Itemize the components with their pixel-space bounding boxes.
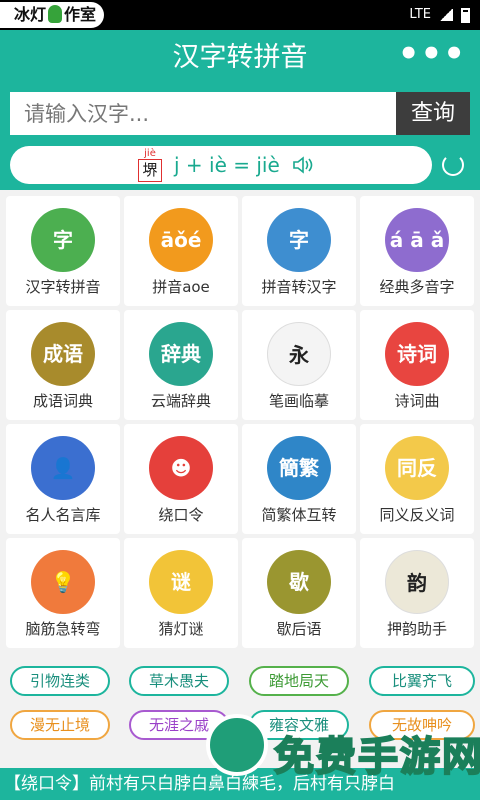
feature-tile[interactable]: 谜猜灯谜 — [124, 538, 238, 648]
feature-tile[interactable]: 字汉字转拼音 — [6, 196, 120, 306]
stroke-copy-icon: 永 — [267, 322, 331, 386]
feature-tile[interactable]: 诗词 诗词曲 — [360, 310, 474, 420]
hanzi-pinyin-icon: 字 — [31, 208, 95, 272]
watermark-logo-icon — [206, 714, 268, 776]
xiehouyu-icon: 歇 — [267, 550, 331, 614]
idiom-tag[interactable]: 踏地局天 — [249, 666, 349, 696]
feature-tile[interactable]: 韵押韵助手 — [360, 538, 474, 648]
feature-label: 同义反义词 — [379, 506, 455, 524]
idiom-tag[interactable]: 比翼齐飞 — [369, 666, 475, 696]
simplified-traditional-icon: 簡繁 — [267, 436, 331, 500]
feature-tile[interactable]: 💡 脑筋急转弯 — [6, 538, 120, 648]
polyphone-icon: á ā ǎ — [385, 208, 449, 272]
feature-label: 歇后语 — [276, 620, 322, 638]
feature-label: 成语词典 — [32, 392, 93, 410]
more-menu-icon[interactable]: ••• — [398, 37, 466, 71]
speaker-icon[interactable] — [292, 155, 314, 175]
feature-tile[interactable]: 辞典 云端辞典 — [124, 310, 238, 420]
site-watermark: 免费手游网 — [200, 708, 480, 800]
feature-label: 诗词曲 — [394, 392, 440, 410]
status-icons: LTE — [409, 0, 470, 30]
feature-grid: 字汉字转拼音 āǒé 拼音aoe 字拼音转汉字 á ā ǎ 经典多音字 成语 成语词典 辞典 云端… — [6, 196, 474, 648]
feature-label: 笔画临摹 — [268, 392, 329, 410]
feature-label: 名人名言库 — [25, 506, 101, 524]
battery-icon — [461, 7, 470, 23]
search-bar: 查询 — [10, 92, 470, 135]
cloud-dictionary-icon: 辞典 — [149, 322, 213, 386]
watermark-badge-pre: 冰灯 — [14, 5, 47, 24]
pinyin-formula: j + iè = jiè — [174, 153, 280, 177]
idiom-tag[interactable]: 草木愚夫 — [129, 666, 229, 696]
watermark-text: 免费手游网 — [273, 733, 480, 781]
feature-label: 云端辞典 — [150, 392, 211, 410]
feature-label: 汉字转拼音 — [25, 278, 101, 296]
demo-char-glyph: 堺 — [138, 159, 162, 182]
feature-label: 简繁体互转 — [261, 506, 337, 524]
demo-char-pinyin: jiè — [144, 148, 156, 159]
idiom-tag[interactable]: 引物连类 — [10, 666, 110, 696]
pinyin-demo-bar[interactable]: jiè 堺 j + iè = jiè — [10, 146, 432, 184]
status-bar: 冰灯 作室 LTE — [0, 0, 480, 30]
bulb-icon — [48, 5, 63, 23]
demo-character: jiè 堺 — [138, 148, 162, 182]
signal-icon — [439, 9, 453, 21]
watermark-badge: 冰灯 作室 — [0, 2, 105, 28]
idiom-tag[interactable]: 漫无止境 — [10, 710, 110, 740]
pinyin-aoe-icon: āǒé — [149, 208, 213, 272]
refresh-icon[interactable] — [442, 154, 464, 176]
feature-tile[interactable]: 同反 同义反义词 — [360, 424, 474, 534]
feature-tile[interactable]: 字拼音转汉字 — [242, 196, 356, 306]
feature-label: 经典多音字 — [379, 278, 455, 296]
feature-tile[interactable]: 👤 名人名言库 — [6, 424, 120, 534]
feature-tile[interactable]: 歇歇后语 — [242, 538, 356, 648]
watermark-badge-post: 作室 — [64, 5, 97, 24]
feature-tile[interactable]: 簡繁 简繁体互转 — [242, 424, 356, 534]
poetry-icon: 诗词 — [385, 322, 449, 386]
feature-label: 押韵助手 — [386, 620, 447, 638]
feature-label: 绕口令 — [158, 506, 204, 524]
quotes-icon: 👤 — [31, 436, 95, 500]
feature-label: 拼音转汉字 — [261, 278, 337, 296]
feature-label: 拼音aoe — [152, 278, 210, 296]
lantern-riddle-icon: 谜 — [149, 550, 213, 614]
brain-teaser-icon: 💡 — [31, 550, 95, 614]
idiom-dictionary-icon: 成语 — [31, 322, 95, 386]
feature-tile[interactable]: á ā ǎ 经典多音字 — [360, 196, 474, 306]
feature-label: 脑筋急转弯 — [25, 620, 101, 638]
feature-tile[interactable]: 永笔画临摹 — [242, 310, 356, 420]
network-type: LTE — [409, 7, 431, 22]
pinyin-hanzi-icon: 字 — [267, 208, 331, 272]
feature-tile[interactable]: ☻ 绕口令 — [124, 424, 238, 534]
search-button[interactable]: 查询 — [396, 92, 470, 135]
feature-tile[interactable]: 成语 成语词典 — [6, 310, 120, 420]
app-header: 汉字转拼音 ••• 查询 jiè 堺 j + iè = jiè — [0, 30, 480, 190]
feature-label: 猜灯谜 — [158, 620, 204, 638]
feature-tile[interactable]: āǒé 拼音aoe — [124, 196, 238, 306]
tongue-twister-icon: ☻ — [149, 436, 213, 500]
search-input[interactable] — [10, 92, 396, 135]
synonym-antonym-icon: 同反 — [385, 436, 449, 500]
rhyme-icon: 韵 — [385, 550, 449, 614]
